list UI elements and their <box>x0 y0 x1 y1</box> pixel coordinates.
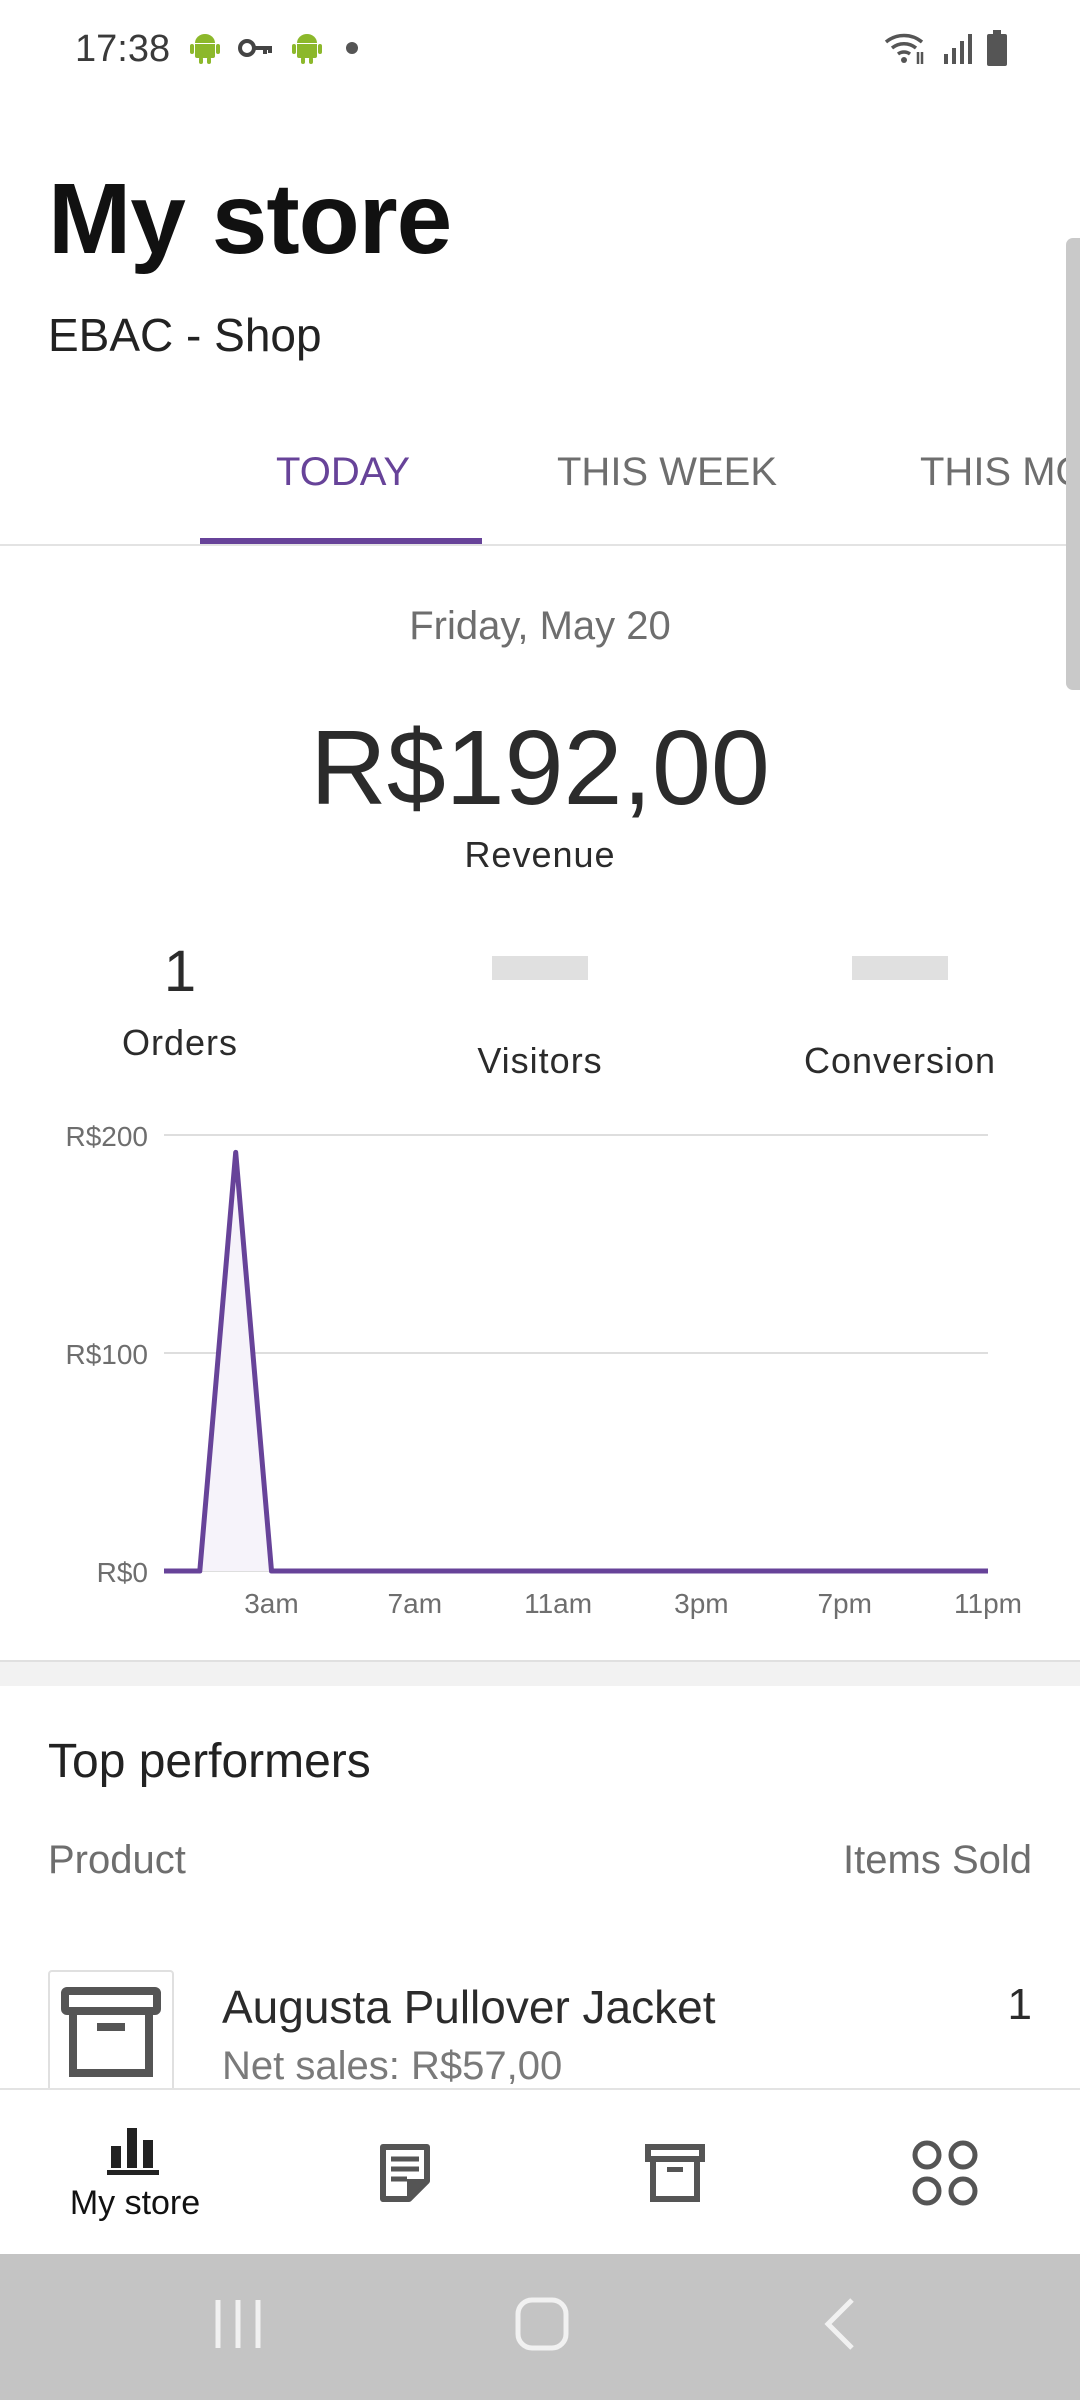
nav-products[interactable] <box>540 2090 810 2256</box>
items-sold-column-header: Items Sold <box>843 1838 1032 1882</box>
recents-icon[interactable] <box>212 2292 264 2356</box>
period-tabs: TODAY THIS WEEK THIS MO <box>0 420 1080 546</box>
conversion-label: Conversion <box>803 1040 997 1081</box>
revenue-value: R$192,00 <box>310 709 770 827</box>
wifi-icon <box>884 33 924 64</box>
product-name: Augusta Pullover Jacket <box>222 1981 716 2033</box>
nav-my-store-label: My store <box>69 2183 201 2222</box>
orders-value: 1 <box>163 939 197 1004</box>
x-tick-label: 3am <box>244 1588 298 1619</box>
visitors-stat: Visitors <box>360 938 720 1082</box>
tab-this-month[interactable]: THIS MO <box>920 450 1080 495</box>
chart-series-line <box>164 1149 988 1574</box>
date-label: Friday, May 20 <box>409 604 671 648</box>
signal-icon <box>944 34 972 64</box>
battery-icon <box>987 30 1007 66</box>
conversion-placeholder <box>852 956 948 980</box>
top-performers-title: Top performers <box>48 1735 371 1788</box>
x-tick-label: 7am <box>388 1588 442 1619</box>
product-net-sales: Net sales: R$57,00 <box>222 2044 563 2088</box>
status-bar: 17:38 <box>0 0 1080 100</box>
visitors-placeholder <box>492 956 588 980</box>
system-navigation-bar <box>0 2254 1080 2400</box>
orders-stat: 1 Orders <box>0 938 360 1064</box>
orders-label: Orders <box>121 1022 239 1063</box>
x-tick-label: 3pm <box>674 1588 728 1619</box>
home-icon[interactable] <box>512 2292 572 2356</box>
revenue-label: Revenue <box>464 834 616 875</box>
revenue-chart[interactable]: R$200 R$100 R$0 3am 7am 11am 3pm 7pm 11pm <box>0 1100 1080 1640</box>
y-tick-label: R$0 <box>97 1557 148 1588</box>
bar-chart-icon <box>107 2127 159 2175</box>
nav-my-store[interactable]: My store <box>0 2090 270 2256</box>
top-performer-row[interactable]: Augusta Pullover Jacket Net sales: R$57,… <box>0 1966 1080 2096</box>
active-tab-indicator <box>200 538 482 544</box>
product-column-header: Product <box>48 1838 186 1882</box>
tab-this-week[interactable]: THIS WEEK <box>557 450 777 495</box>
section-divider <box>0 1660 1080 1686</box>
android-icon <box>190 34 220 64</box>
dot-icon <box>346 42 358 54</box>
key-icon <box>238 39 272 57</box>
store-name[interactable]: EBAC - Shop <box>48 308 322 362</box>
chart-area <box>164 1152 988 1571</box>
status-time: 17:38 <box>75 28 171 70</box>
x-tick-label: 11am <box>524 1588 592 1619</box>
x-tick-label: 11pm <box>954 1588 1022 1619</box>
page-title: My store <box>48 163 452 275</box>
android-icon <box>292 34 322 64</box>
tab-today[interactable]: TODAY <box>276 450 410 495</box>
nav-more[interactable] <box>810 2090 1080 2256</box>
more-apps-icon <box>912 2140 978 2206</box>
orders-icon <box>380 2144 430 2202</box>
nav-orders[interactable] <box>270 2090 540 2256</box>
x-tick-label: 7pm <box>817 1588 871 1619</box>
visitors-label: Visitors <box>477 1040 603 1081</box>
bottom-navigation: My store <box>0 2088 1080 2254</box>
back-icon[interactable] <box>818 2292 862 2356</box>
conversion-stat: Conversion <box>720 938 1080 1082</box>
products-icon <box>645 2144 705 2202</box>
product-thumbnail <box>48 1970 174 2096</box>
y-tick-label: R$100 <box>65 1339 148 1370</box>
y-tick-label: R$200 <box>65 1121 148 1152</box>
archive-icon <box>61 1987 161 2077</box>
items-sold-count: 1 <box>1007 1980 1032 2029</box>
